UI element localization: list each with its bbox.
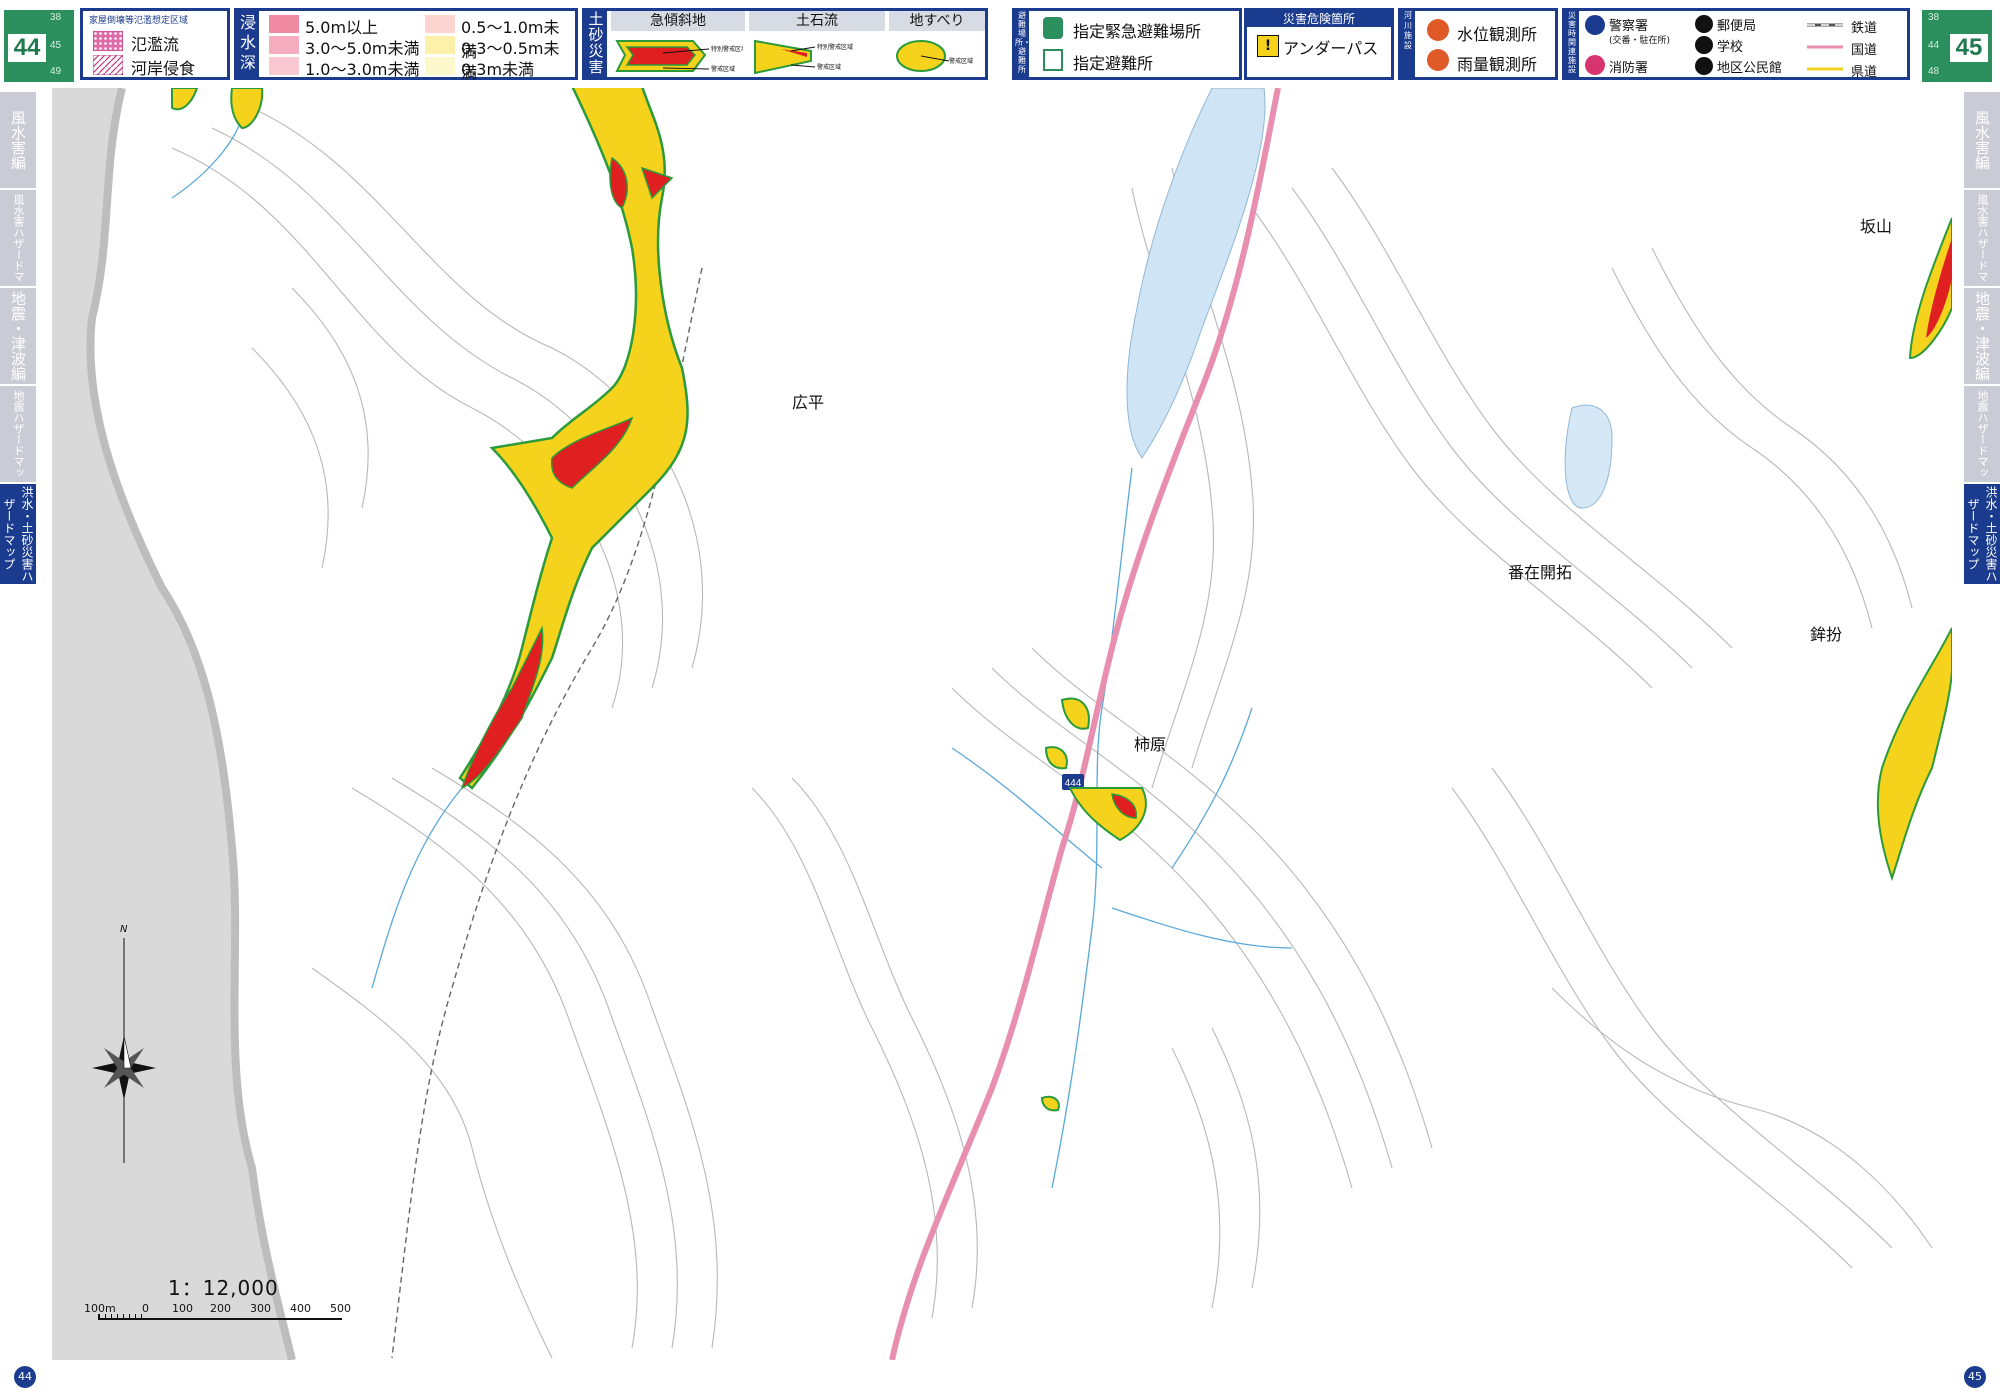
community-hall-icon (1695, 57, 1713, 75)
water-level-station-icon (1427, 19, 1449, 41)
place-name-kakihara: 柿原 (1134, 735, 1166, 754)
svg-text:警戒区域: 警戒区域 (711, 65, 735, 73)
flood-flow-swatch (93, 31, 123, 51)
rain-gauge-icon (1427, 49, 1449, 71)
legend-emergency-shelter-label: 指定緊急避難場所 (1073, 22, 1202, 41)
scale-tick: 400 (290, 1302, 311, 1315)
depth-label: 0.3m未満 (461, 60, 535, 79)
depth-swatch-1m (269, 57, 299, 75)
legend-fire-label: 消防署 (1609, 61, 1649, 76)
police-icon (1585, 15, 1605, 35)
legend-danger-head: 災害危険箇所 (1247, 11, 1391, 27)
legend-flood-area: 家屋倒壊等氾濫想定区域 氾濫流 河岸侵食 (80, 8, 230, 80)
legend-rain-gauge-label: 雨量観測所 (1457, 55, 1538, 74)
legend-inundation-head: 浸水深 (237, 11, 259, 79)
legend-debris-flow-head: 土石流 (749, 11, 885, 31)
grid-cell: 38 (1928, 12, 1940, 23)
emergency-shelter-icon (1043, 17, 1063, 39)
side-tab-right-4[interactable]: 地震ハザードマップ (1940, 386, 2000, 484)
legend-facility: 災害時関連施設 警察署 (交番・駐在所) 消防署 郵便局 学校 地区公民館 鉄道… (1562, 8, 1910, 80)
side-tab-left-2[interactable]: 風水害ハザードマップ (0, 190, 36, 288)
shelter-icon (1043, 49, 1063, 71)
hazard-map[interactable]: 444 広平 柿原 番在開拓 坂山 鉾扮 N (52, 88, 1952, 1360)
grid-cell: 49 (50, 66, 62, 77)
legend-shelter-label: 指定避難所 (1073, 54, 1154, 73)
page-number-left: 44 (14, 1366, 36, 1388)
line-legend-swatches (1807, 23, 1843, 71)
side-tab-left-4[interactable]: 地震ハザードマップ (0, 386, 36, 484)
scale-tick: 200 (210, 1302, 231, 1315)
legend-post-label: 郵便局 (1717, 19, 1757, 34)
scale-tick: 500 (330, 1302, 351, 1315)
steep-slope-swatch: 特別警戒区域警戒区域 (615, 40, 743, 73)
depth-label: 1.0～3.0m未満 (305, 60, 420, 79)
landslide-swatch: 警戒区域 (896, 40, 973, 72)
legend-prefectural-road-label: 県道 (1851, 65, 1878, 80)
legend-shelter-head: 避難場所・避難所 (1015, 11, 1031, 77)
legend-school-label: 学校 (1717, 40, 1744, 55)
svg-text:警戒区域: 警戒区域 (817, 63, 841, 71)
legend-railway-label: 鉄道 (1851, 21, 1878, 36)
depth-swatch-3m (269, 36, 299, 54)
warning-icon: ! (1257, 35, 1279, 57)
legend-steep-slope-head: 急傾斜地 (611, 11, 745, 31)
place-name-hirohira: 広平 (792, 393, 824, 412)
side-tab-right-2[interactable]: 風水害ハザードマップ (1940, 190, 2000, 288)
side-tab-right-3[interactable]: 地震・津波編 (1964, 288, 2000, 386)
scale-tick: 100 (172, 1302, 193, 1315)
legend-inundation: 浸水深 5.0m以上 3.0～5.0m未満 1.0～3.0m未満 0.5～1.0… (234, 8, 578, 82)
side-tab-left-3[interactable]: 地震・津波編 (0, 288, 36, 386)
legend-underpass-label: アンダーパス (1283, 39, 1379, 58)
legend-river: 河川施設 水位観測所 雨量観測所 (1398, 8, 1558, 80)
legend-shelter: 避難場所・避難所 指定緊急避難場所 指定避難所 (1012, 8, 1242, 80)
page-number-right: 45 (1964, 1366, 1986, 1388)
legend-river-head: 河川施設 (1401, 11, 1415, 77)
grid-cell: 38 (50, 12, 62, 23)
page-index-number: 45 (1950, 34, 1988, 62)
legend-police-label: 警察署 (1609, 19, 1649, 34)
legend-national-road-label: 国道 (1851, 43, 1878, 58)
side-tab-left-1[interactable]: 風水害編 (0, 92, 36, 190)
north-label: N (120, 924, 128, 935)
depth-swatch-03m (425, 36, 455, 54)
legend-landslide-head: 地すべり (889, 11, 985, 31)
fire-station-icon (1585, 55, 1605, 75)
legend-hall-label: 地区公民館 (1717, 61, 1783, 76)
grid-cell: 45 (50, 40, 62, 51)
legend-water-level-label: 水位観測所 (1457, 25, 1538, 44)
legend-facility-head: 災害時関連施設 (1565, 11, 1579, 77)
scale-ratio: 1：12,000 (168, 1276, 279, 1300)
svg-text:警戒区域: 警戒区域 (949, 57, 973, 65)
scale-tick: 300 (250, 1302, 271, 1315)
grid-cell: 48 (1928, 66, 1940, 77)
legend-danger: 災害危険箇所 ! アンダーパス (1244, 8, 1394, 80)
svg-text:特別警戒区域: 特別警戒区域 (711, 45, 743, 53)
legend-flood-area-title: 家屋倒壊等氾濫想定区域 (89, 16, 189, 26)
bank-erosion-swatch (93, 55, 123, 75)
debris-flow-swatch: 特別警戒区域警戒区域 (754, 39, 853, 75)
legend-sediment-head: 土砂災害 (585, 11, 607, 77)
scale-bar: 100m 0 100 200 300 400 500 (84, 1302, 354, 1326)
post-office-icon (1695, 15, 1713, 33)
legend-bank-erosion-label: 河岸侵食 (131, 59, 196, 78)
depth-swatch-05m (425, 15, 455, 33)
side-tab-right-active[interactable]: 洪水・土砂災害ハザードマップ (1964, 484, 2000, 586)
page-index-right: 38 45 44 48 (1920, 8, 1994, 84)
grid-cell: 44 (1928, 40, 1940, 51)
place-name-sakayama: 坂山 (1860, 217, 1892, 236)
svg-text:特別警戒区域: 特別警戒区域 (817, 43, 853, 51)
legend-koban-label: (交番・駐在所) (1609, 36, 1671, 46)
side-tab-right-1[interactable]: 風水害編 (1964, 92, 2000, 190)
side-tab-left-active[interactable]: 洪水・土砂災害ハザードマップ (0, 484, 36, 586)
depth-swatch-under03m (425, 57, 455, 75)
place-name-hokofun: 鉾扮 (1810, 625, 1842, 644)
legend-flood-flow-label: 氾濫流 (131, 35, 180, 54)
place-name-banzai-kaitaku: 番在開拓 (1508, 563, 1572, 582)
page-index-left: 38 39 44 45 49 (2, 8, 76, 84)
school-icon (1695, 36, 1713, 54)
legend-sediment: 土砂災害 急傾斜地 土石流 地すべり 特別警戒区域警戒区域 特別警戒区域警戒区域… (582, 8, 988, 80)
depth-swatch-5m (269, 15, 299, 33)
page-index-number: 44 (8, 34, 46, 62)
